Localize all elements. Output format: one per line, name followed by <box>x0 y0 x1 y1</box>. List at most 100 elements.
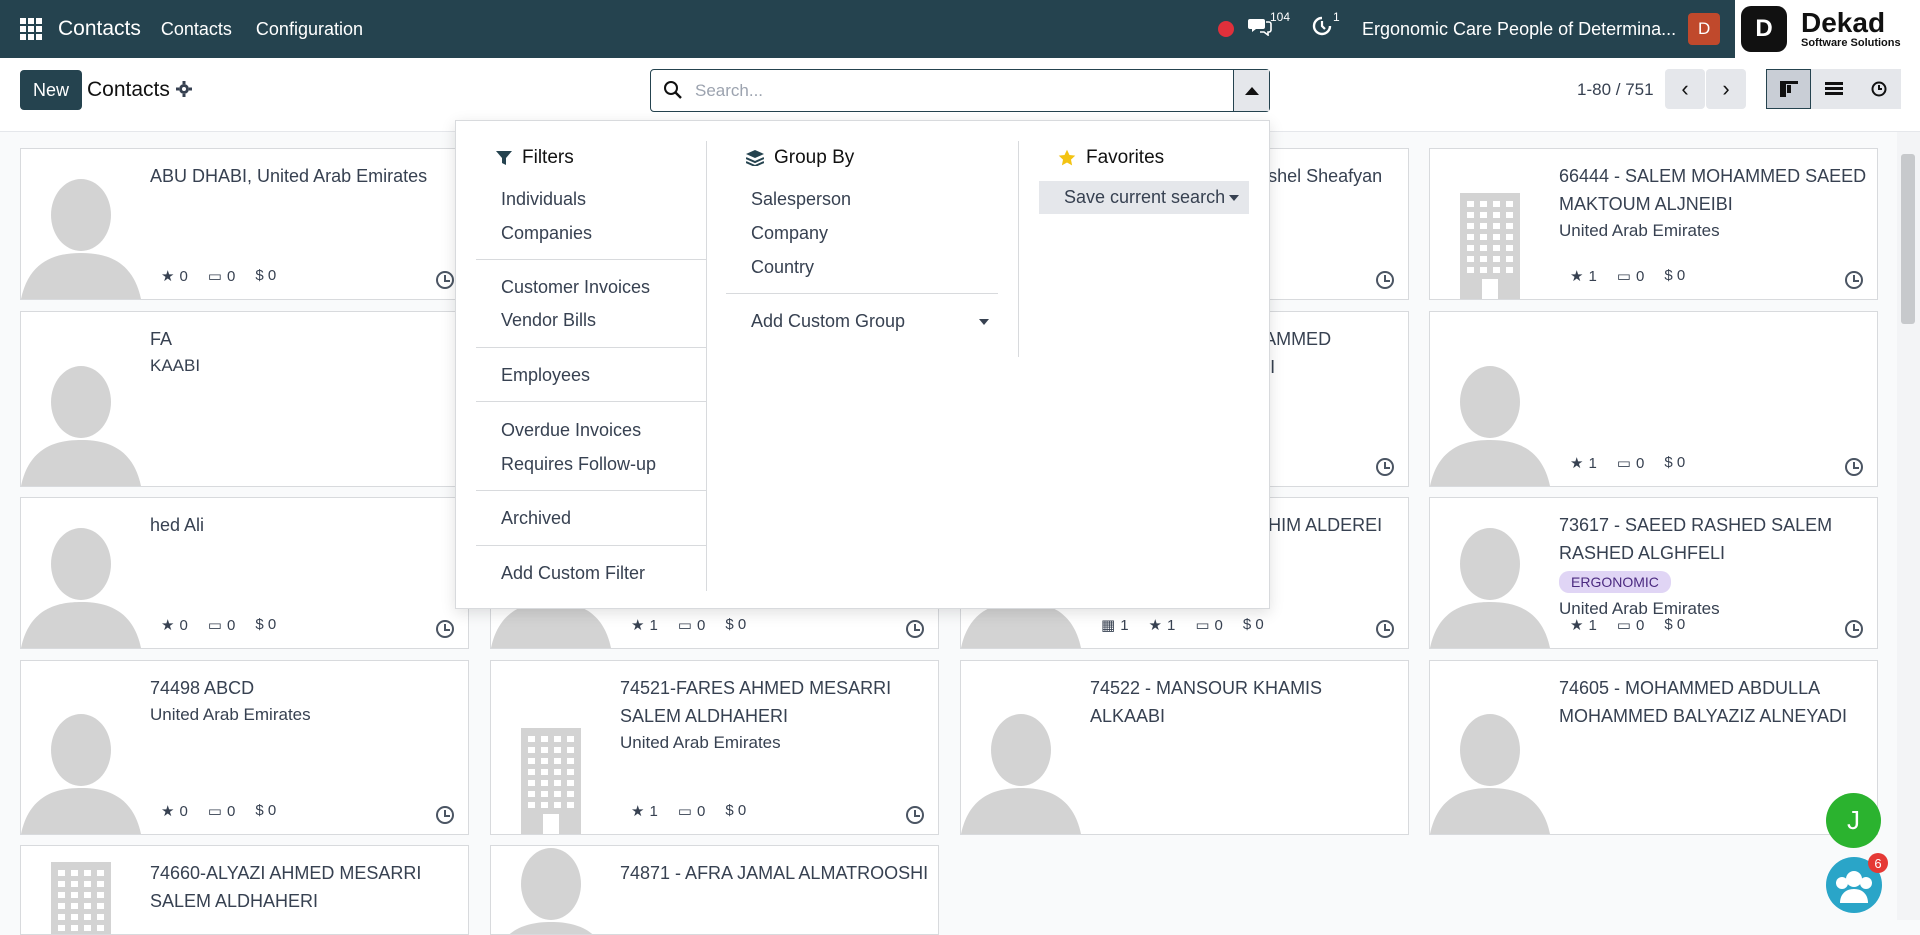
opportunities-count: ★0 <box>161 802 188 820</box>
contact-card[interactable]: ABU DHABI, United Arab Emirates ★ 0 ▭ 0 $ 0 <box>20 148 469 300</box>
contact-card[interactable]: 74871 - AFRA JAMAL ALMATROOSHI <box>490 845 939 935</box>
contact-card[interactable]: 73617 - SAEED RASHED SALEM RASHED ALGHFE… <box>1429 497 1878 649</box>
clock-icon[interactable] <box>1376 620 1394 638</box>
invoices-value: 0 <box>696 803 706 820</box>
contact-card[interactable]: ★ 1 ▭ 0 $ 0 <box>1429 311 1878 487</box>
filter-customer-invoices[interactable]: Customer Invoices <box>501 277 650 298</box>
contact-card[interactable]: 74660-ALYAZI AHMED MESARRI SALEM ALDHAHE… <box>20 845 469 935</box>
amount-due: $ 0 <box>1242 616 1264 633</box>
opportunities-count: ★0 <box>161 267 188 285</box>
app-name[interactable]: Contacts <box>58 17 141 41</box>
invoices-count: ▭0 <box>1617 267 1645 285</box>
invoices-count: ▭0 <box>1617 454 1645 472</box>
company-avatar <box>491 710 611 834</box>
invoices-value: 0 <box>1635 455 1645 472</box>
group-salesperson[interactable]: Salesperson <box>751 189 851 210</box>
list-view-button[interactable] <box>1811 69 1856 109</box>
clock-icon[interactable] <box>1845 458 1863 476</box>
search-bar[interactable] <box>650 69 1270 112</box>
scrollbar-thumb[interactable] <box>1901 154 1915 324</box>
clock-icon[interactable] <box>1376 271 1394 289</box>
credit-card-icon: ▭ <box>1616 268 1631 285</box>
filter-individuals[interactable]: Individuals <box>501 189 586 210</box>
pager-next-button[interactable]: › <box>1706 69 1746 109</box>
card-stats: ★1 ▭0 $ 0 <box>1570 454 1685 472</box>
contact-card[interactable]: 74521-FARES AHMED MESARRI SALEM ALDHAHER… <box>490 660 939 835</box>
save-current-search-toggle[interactable]: Save current search <box>1039 181 1249 214</box>
contact-card[interactable]: 74498 ABCD United Arab Emirates ★ 0 ▭ 0 $ 0 <box>20 660 469 835</box>
card-stats: ★1 ▭0 $ 0 <box>1570 616 1685 634</box>
menu-contacts[interactable]: Contacts <box>161 19 232 40</box>
invoices-count: ▭0 <box>208 267 236 285</box>
calendar-icon: ▦ <box>1101 617 1116 634</box>
clock-icon[interactable] <box>1376 458 1394 476</box>
star-icon: ★ <box>161 268 175 285</box>
company-switcher[interactable]: Ergonomic Care People of Determina... <box>1362 19 1676 40</box>
opportunities-count: ★1 <box>631 802 658 820</box>
filter-archived[interactable]: Archived <box>501 508 571 529</box>
breadcrumb: Contacts <box>87 78 170 101</box>
pager-value[interactable]: 1-80 / 751 <box>1577 80 1654 100</box>
activities-count: 1 <box>1333 10 1340 24</box>
clock-icon[interactable] <box>436 620 454 638</box>
group-country[interactable]: Country <box>751 257 814 278</box>
add-custom-group-select[interactable]: Add Custom Group <box>751 311 905 332</box>
filter-overdue-invoices[interactable]: Overdue Invoices <box>501 420 641 441</box>
save-current-search-label: Save current search <box>1064 187 1226 207</box>
contact-name: FA <box>150 329 173 349</box>
app-menu-icon[interactable] <box>20 18 42 40</box>
opportunities-count: ★0 <box>161 616 188 634</box>
meetings-count: ▦ 1 <box>1101 616 1129 634</box>
messages-icon[interactable]: 104 <box>1248 10 1290 42</box>
contact-card[interactable]: 74605 - MOHAMMED ABDULLA MOHAMMED BALYAZ… <box>1429 660 1878 835</box>
group-company[interactable]: Company <box>751 223 828 244</box>
scrollbar[interactable] <box>1897 132 1920 920</box>
star-icon: ★ <box>161 803 175 820</box>
filter-companies[interactable]: Companies <box>501 223 592 244</box>
contact-name: 74871 - AFRA JAMAL ALMATROOSHI <box>620 863 929 883</box>
card-stats: ★0▭0$ 0 <box>161 802 276 820</box>
contact-name: hed Ali <box>150 515 205 535</box>
credit-card-icon: ▭ <box>677 617 692 634</box>
contact-name: 74521-FARES AHMED MESARRI SALEM ALDHAHER… <box>620 678 892 726</box>
stars-value: 1 <box>649 617 658 634</box>
search-input[interactable] <box>695 78 1195 104</box>
clock-icon[interactable] <box>1845 271 1863 289</box>
filter-employees[interactable]: Employees <box>501 365 590 386</box>
stars-value: 1 <box>1588 455 1597 472</box>
pager-previous-button[interactable]: ‹ <box>1665 69 1705 109</box>
contact-card[interactable]: hed Ali ★ 0 ▭ 0 $ 0 <box>20 497 469 649</box>
filter-vendor-bills[interactable]: Vendor Bills <box>501 310 596 331</box>
clock-icon[interactable] <box>906 806 924 824</box>
clock-icon[interactable] <box>906 620 924 638</box>
chat-user-button[interactable]: J <box>1826 793 1881 848</box>
contact-card[interactable]: 74522 - MANSOUR KHAMIS ALKAABI <box>960 660 1409 835</box>
clock-icon[interactable] <box>1845 620 1863 638</box>
recording-indicator-icon[interactable] <box>1218 21 1234 37</box>
contact-card[interactable]: FA KAABI <box>20 311 469 487</box>
filter-requires-follow-up[interactable]: Requires Follow-up <box>501 454 656 475</box>
stars-value: 0 <box>179 803 188 820</box>
person-avatar <box>1430 524 1550 648</box>
contact-card[interactable]: 66444 - SALEM MOHAMMED SAEED MAKTOUM ALJ… <box>1429 148 1878 300</box>
group-by-header: Group By <box>746 147 854 169</box>
person-avatar <box>1430 710 1550 834</box>
clock-icon[interactable] <box>436 806 454 824</box>
credit-card-icon: ▭ <box>677 803 692 820</box>
clock-icon[interactable] <box>436 271 454 289</box>
menu-configuration[interactable]: Configuration <box>256 19 363 40</box>
contact-name: 66444 - SALEM MOHAMMED SAEED MAKTOUM ALJ… <box>1559 166 1867 214</box>
invoices-value: 0 <box>1214 617 1223 634</box>
contact-name: ABU DHABI, United Arab Emirates <box>150 166 428 186</box>
activity-view-button[interactable] <box>1856 69 1901 109</box>
star-icon: ★ <box>1570 455 1584 472</box>
activities-icon[interactable]: 1 <box>1312 10 1340 42</box>
gear-icon[interactable] <box>176 81 192 102</box>
opportunities-count: ★1 <box>631 616 658 634</box>
kanban-view-button[interactable] <box>1766 69 1811 109</box>
new-button[interactable]: New <box>20 70 82 110</box>
contact-name: 74605 - MOHAMMED ABDULLA MOHAMMED BALYAZ… <box>1559 678 1848 726</box>
user-avatar[interactable]: D <box>1688 13 1721 45</box>
add-custom-filter[interactable]: Add Custom Filter <box>501 563 645 584</box>
search-options-toggle[interactable] <box>1233 70 1269 111</box>
